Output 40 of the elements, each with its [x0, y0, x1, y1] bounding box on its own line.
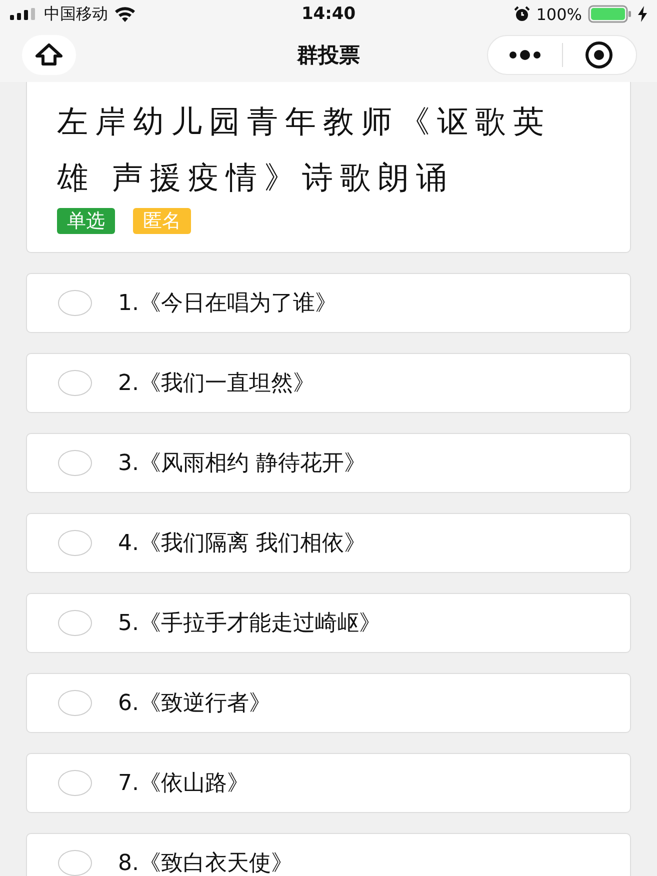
- option-label: 4.《我们隔离 我们相依》: [118, 530, 366, 558]
- battery-icon: [588, 5, 632, 23]
- radio-button[interactable]: [58, 850, 92, 876]
- more-icon: [508, 49, 542, 61]
- poll-tag: 匿名: [133, 208, 191, 234]
- option-label: 1.《今日在唱为了谁》: [118, 290, 337, 318]
- option-label: 6.《致逆行者》: [118, 690, 271, 718]
- radio-button[interactable]: [58, 530, 92, 556]
- alarm-icon: [514, 6, 530, 22]
- battery-percent: 100%: [536, 4, 582, 24]
- radio-button[interactable]: [58, 770, 92, 796]
- target-icon: [584, 40, 614, 70]
- vote-option[interactable]: 4.《我们隔离 我们相依》: [26, 513, 631, 573]
- option-label: 2.《我们一直坦然》: [118, 370, 315, 398]
- wifi-icon: [114, 6, 136, 22]
- radio-button[interactable]: [58, 450, 92, 476]
- vote-option[interactable]: 8.《致白衣天使》: [26, 833, 631, 876]
- option-label: 8.《致白衣天使》: [118, 850, 293, 876]
- vote-option[interactable]: 7.《依山路》: [26, 753, 631, 813]
- vote-option[interactable]: 3.《风雨相约 静待花开》: [26, 433, 631, 493]
- home-button[interactable]: [22, 35, 76, 75]
- radio-button[interactable]: [58, 370, 92, 396]
- signal-icon: [10, 8, 38, 20]
- vote-option[interactable]: 6.《致逆行者》: [26, 673, 631, 733]
- radio-button[interactable]: [58, 290, 92, 316]
- option-label: 7.《依山路》: [118, 770, 249, 798]
- vote-option[interactable]: 5.《手拉手才能走过崎岖》: [26, 593, 631, 653]
- home-icon: [34, 43, 64, 67]
- poll-title: 左岸幼儿园青年教师《讴歌英雄 声援疫情》诗歌朗诵: [57, 103, 552, 198]
- charging-icon: [638, 6, 647, 22]
- option-label: 3.《风雨相约 静待花开》: [118, 450, 366, 478]
- vote-option[interactable]: 1.《今日在唱为了谁》: [26, 273, 631, 333]
- status-time: 14:40: [301, 4, 356, 24]
- page-title: 群投票: [297, 42, 360, 69]
- vote-option[interactable]: 2.《我们一直坦然》: [26, 353, 631, 413]
- option-label: 5.《手拉手才能走过崎岖》: [118, 610, 381, 638]
- radio-button[interactable]: [58, 610, 92, 636]
- carrier-label: 中国移动: [44, 4, 108, 24]
- poll-tag: 单选: [57, 208, 115, 234]
- radio-button[interactable]: [58, 690, 92, 716]
